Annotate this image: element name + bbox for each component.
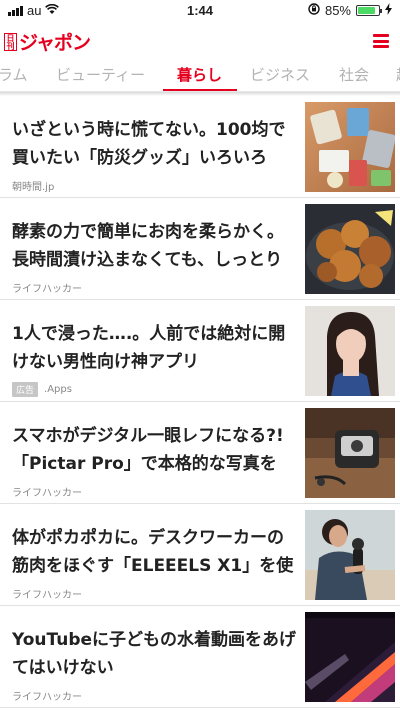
battery-icon xyxy=(356,5,382,16)
article-thumbnail[interactable] xyxy=(305,612,395,702)
tab-business[interactable]: ビジネス xyxy=(250,64,310,85)
status-right: 85% xyxy=(308,3,392,18)
battery-percent: 85% xyxy=(324,3,351,18)
article-title: 酵素の力で簡単にお肉を柔らかく。長時間漬け込まなくても、しっとりジ… xyxy=(12,222,284,270)
article-item[interactable]: YouTubeに子どもの水着動画をあげてはいけない ライフハッカー xyxy=(0,606,400,708)
article-thumbnail[interactable] xyxy=(305,102,395,192)
article-thumbnail[interactable] xyxy=(305,204,395,294)
article-item[interactable]: スマホがデジタル一眼レフになる?!「Pictar Pro」で本格的な写真を手… … xyxy=(0,402,400,504)
article-title: スマホがデジタル一眼レフになる?!「Pictar Pro」で本格的な写真を手… xyxy=(12,426,284,474)
article-title: 体がポカポカに。デスクワーカーの筋肉をほぐす「ELEEELS X1」を使っ… xyxy=(12,528,294,576)
article-item[interactable]: 1人で浸った….。人前では絶対に開けない男性向け神アプリ 広告 .Apps xyxy=(0,300,400,402)
ad-badge: 広告 xyxy=(12,382,39,397)
article-item[interactable]: 酵素の力で簡単にお肉を柔らかく。長時間漬け込まなくても、しっとりジ… ライフハッ… xyxy=(0,198,400,300)
article-source: .Apps xyxy=(44,384,72,395)
article-thumbnail[interactable] xyxy=(305,408,395,498)
article-title: 1人で浸った….。人前では絶対に開けない男性向け神アプリ xyxy=(12,324,286,372)
article-meta: ライフハッカー xyxy=(12,586,82,601)
article-source: 朝時間.jp xyxy=(12,182,55,193)
tab-column[interactable]: ラム xyxy=(0,64,28,85)
hamburger-menu-icon[interactable] xyxy=(373,34,389,48)
category-tabs: ラム ビューティー 暮らし ビジネス 社会 趣 xyxy=(0,58,400,92)
article-item[interactable]: 体がポカポカに。デスクワーカーの筋肉をほぐす「ELEEELS X1」を使っ… ラ… xyxy=(0,504,400,606)
tab-living[interactable]: 暮らし xyxy=(177,64,222,85)
article-meta: ライフハッカー xyxy=(12,484,82,499)
article-meta: ライフハッカー xyxy=(12,688,82,703)
article-meta: 広告 .Apps xyxy=(12,382,72,397)
article-title: いざという時に慌てない。100均で買いたい「防災グッズ」いろいろ xyxy=(12,120,286,168)
app-header: 日刊 ジャポン xyxy=(0,22,400,58)
tab-society[interactable]: 社会 xyxy=(339,64,369,85)
app-logo[interactable]: 日刊 ジャポン xyxy=(4,28,91,55)
tab-hobby[interactable]: 趣 xyxy=(396,64,400,85)
article-item[interactable]: いざという時に慌てない。100均で買いたい「防災グッズ」いろいろ 朝時間.jp xyxy=(0,96,400,198)
status-bar: au 1:44 85% xyxy=(0,0,400,22)
article-source: ライフハッカー xyxy=(12,590,82,601)
article-meta: ライフハッカー xyxy=(12,280,82,295)
article-thumbnail[interactable] xyxy=(305,306,395,396)
tab-beauty[interactable]: ビューティー xyxy=(56,64,145,85)
logo-mini: 日刊 xyxy=(4,32,17,51)
article-source: ライフハッカー xyxy=(12,488,82,499)
article-thumbnail[interactable] xyxy=(305,510,395,600)
article-title: YouTubeに子どもの水着動画をあげてはいけない xyxy=(12,630,297,678)
article-source: ライフハッカー xyxy=(12,692,82,703)
charging-icon xyxy=(385,3,392,18)
article-meta: 朝時間.jp xyxy=(12,178,54,193)
logo-text: ジャポン xyxy=(19,32,91,54)
article-source: ライフハッカー xyxy=(12,284,82,295)
orientation-lock-icon xyxy=(308,3,320,18)
